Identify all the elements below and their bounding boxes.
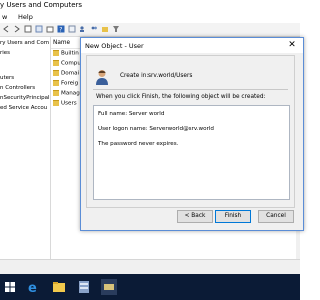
list-item[interactable]: Builtin — [53, 50, 79, 59]
toolbar: ? — [0, 23, 300, 37]
console-tree: ry Users and Com ries uters n Controller… — [0, 37, 51, 259]
filter-icon[interactable] — [112, 25, 120, 33]
dialog-titlebar: New Object - User ✕ — [81, 38, 303, 53]
folder-icon — [53, 60, 59, 66]
list-item-label: Builtin — [61, 50, 79, 57]
status-bar — [0, 259, 300, 275]
refresh-icon[interactable] — [35, 25, 43, 33]
create-in-label: Create in: — [120, 73, 149, 79]
start-icon[interactable] — [2, 279, 18, 295]
tree-item-queries[interactable]: ries — [0, 50, 10, 56]
list-item-label: Domai — [61, 70, 80, 77]
summary-intro: When you click Finish, the following obj… — [96, 94, 266, 100]
export-icon[interactable] — [46, 25, 54, 33]
new-object-user-dialog: New Object - User ✕ Create in: srv.world… — [80, 37, 304, 231]
help-icon[interactable]: ? — [57, 25, 65, 33]
folder-icon — [53, 80, 59, 86]
tree-item-domain-controllers[interactable]: n Controllers — [0, 85, 35, 91]
folder-icon — [53, 90, 59, 96]
cancel-button[interactable]: Cancel — [258, 210, 294, 223]
add-group-icon[interactable] — [90, 25, 98, 33]
list-item[interactable]: Users — [53, 100, 77, 109]
close-icon[interactable]: ✕ — [285, 40, 299, 51]
taskbar: e — [0, 274, 300, 300]
new-ou-icon[interactable] — [101, 25, 109, 33]
summary-panel: Create in: srv.world/Users When you clic… — [86, 55, 295, 208]
column-header-name[interactable]: Name — [53, 40, 70, 46]
window-title: y Users and Computers — [0, 1, 83, 9]
dialog-title: New Object - User — [85, 42, 144, 50]
file-explorer-icon[interactable] — [51, 279, 67, 295]
forward-arrow-icon[interactable] — [13, 25, 21, 33]
list-item[interactable]: Manag — [53, 90, 80, 99]
menu-bar: w Help — [0, 12, 300, 23]
list-item-label: Foreig — [61, 80, 79, 87]
list-item[interactable]: Compu — [53, 60, 81, 69]
back-arrow-icon[interactable] — [2, 25, 10, 33]
folder-icon — [53, 70, 59, 76]
menu-item-help[interactable]: Help — [18, 13, 33, 21]
folder-icon — [53, 50, 59, 56]
ad-users-computers-icon[interactable] — [101, 279, 117, 295]
add-user-icon[interactable] — [79, 25, 87, 33]
tree-item-root[interactable]: ry Users and Com — [0, 40, 49, 46]
summary-logon-name: User logon name: Serverworld@srv.world — [98, 126, 214, 132]
properties-icon[interactable] — [24, 25, 32, 33]
menu-item-view[interactable]: w — [2, 13, 7, 21]
list-item[interactable]: Foreig — [53, 80, 78, 89]
tree-item-computers[interactable]: uters — [0, 75, 14, 81]
list-item[interactable]: Domai — [53, 70, 79, 79]
server-manager-icon[interactable] — [76, 279, 92, 295]
summary-password-note: The password never expires. — [98, 141, 179, 147]
svg-text:e: e — [28, 281, 37, 295]
list-item-label: Compu — [61, 60, 81, 67]
window-titlebar: y Users and Computers — [0, 0, 300, 12]
user-icon — [96, 70, 108, 85]
create-in-value: srv.world/Users — [148, 73, 193, 79]
divider — [93, 89, 288, 90]
summary-textbox[interactable]: Full name: Server world User logon name:… — [93, 105, 290, 200]
dialog-body: Create in: srv.world/Users When you clic… — [81, 53, 303, 230]
edge-icon[interactable]: e — [26, 279, 42, 295]
back-button[interactable]: < Back — [177, 210, 213, 223]
tree-item-managed-service-accounts[interactable]: ed Service Accou — [0, 105, 47, 111]
tree-item-foreign-security-principals[interactable]: nSecurityPrincipal — [0, 95, 50, 101]
svg-text:?: ? — [59, 27, 62, 34]
mmc-icon[interactable] — [68, 25, 76, 33]
list-item-label: Users — [61, 100, 77, 107]
summary-full-name: Full name: Server world — [98, 111, 165, 117]
list-item-label: Manag — [61, 90, 80, 97]
folder-icon — [53, 100, 59, 106]
finish-button[interactable]: Finish — [215, 210, 251, 223]
